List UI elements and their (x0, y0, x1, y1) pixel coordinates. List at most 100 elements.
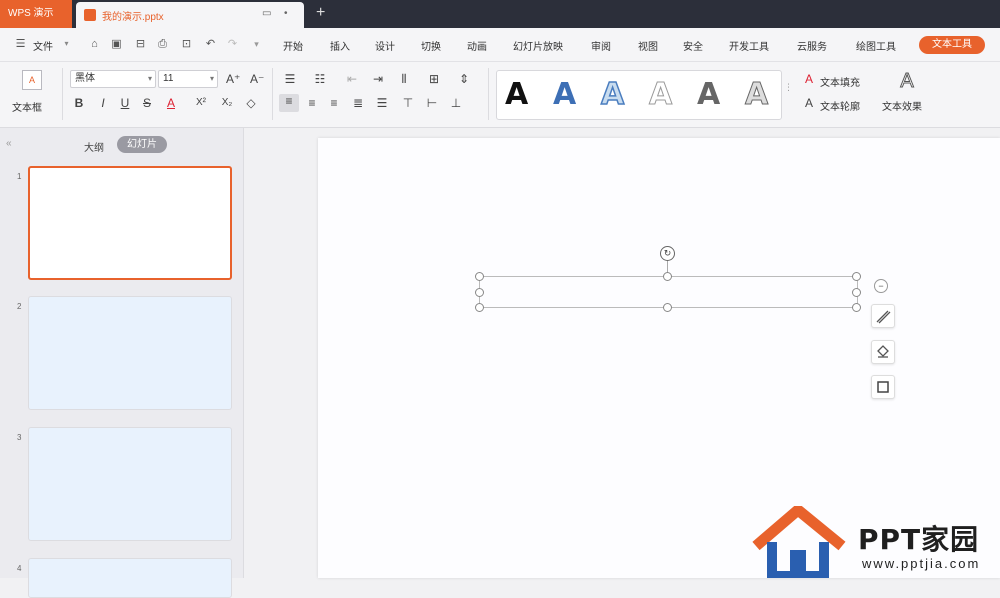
style-gray[interactable]: A (697, 77, 720, 113)
resize-handle-top[interactable] (663, 272, 672, 281)
text-style-gallery[interactable]: A A A A A A (496, 70, 782, 120)
tab-slides[interactable]: 幻灯片 (117, 136, 167, 153)
separator (62, 68, 63, 120)
tab-security[interactable]: 安全 (683, 38, 703, 53)
hamburger-icon[interactable]: ☰ (14, 38, 27, 50)
underline-button[interactable]: U (118, 96, 132, 110)
clear-format-button[interactable]: ◇ (244, 96, 258, 110)
style-blue[interactable]: A (553, 77, 576, 113)
bold-button[interactable]: B (72, 96, 86, 110)
tab-drawing-tools[interactable]: 绘图工具 (856, 38, 896, 53)
text-fill-label[interactable]: 文本填充 (820, 74, 860, 89)
tab-dot-icon[interactable]: • (284, 8, 288, 19)
italic-button[interactable]: I (96, 96, 110, 110)
window-icon[interactable]: ▭ (262, 8, 271, 19)
tab-animation[interactable]: 动画 (467, 38, 487, 53)
slide-thumbnail-1[interactable] (28, 166, 232, 280)
tab-cloud[interactable]: 云服务 (797, 38, 827, 53)
strikethrough-button[interactable]: S (140, 96, 154, 110)
text-fill-icon[interactable]: A (802, 72, 816, 86)
export-icon[interactable]: ⊟ (134, 38, 147, 50)
resize-handle-top-right[interactable] (852, 272, 861, 281)
bullet-list-icon[interactable]: ☰ (282, 72, 298, 86)
distribute-icon[interactable]: ☰ (374, 96, 390, 110)
collapse-panel-icon[interactable]: « (6, 138, 12, 149)
align-right-icon[interactable]: ≡ (326, 96, 342, 110)
preview-icon[interactable]: ⊡ (180, 38, 193, 50)
title-bar: WPS 演示 我的演示.pptx ▭ • + (0, 0, 1000, 28)
numbered-list-icon[interactable]: ☷ (312, 72, 328, 86)
save-icon[interactable]: ▣ (110, 38, 123, 50)
gallery-more-icon[interactable]: ⋮ (784, 80, 793, 94)
tab-design[interactable]: 设计 (375, 38, 395, 53)
font-size-select[interactable]: 11 ▾ (158, 70, 218, 88)
resize-handle-bottom-left[interactable] (475, 303, 484, 312)
slide-canvas[interactable] (318, 138, 1000, 578)
style-gray-outline[interactable]: A (744, 77, 768, 113)
tab-review[interactable]: 审阅 (591, 38, 611, 53)
separator (272, 68, 273, 120)
align-middle-icon[interactable]: ⊢ (424, 96, 440, 110)
increase-indent-icon[interactable]: ⇥ (370, 72, 386, 86)
textbox-icon[interactable]: A (22, 70, 42, 90)
chevron-down-icon[interactable]: ▾ (60, 38, 73, 50)
pen-button[interactable] (871, 304, 895, 328)
line-spacing-icon[interactable]: ⇕ (456, 72, 472, 86)
resize-handle-left[interactable] (475, 288, 484, 297)
tab-insert[interactable]: 插入 (330, 38, 350, 53)
font-size-value: 11 (163, 73, 174, 84)
font-family-select[interactable]: 黑体 ▾ (70, 70, 156, 88)
resize-handle-bottom-right[interactable] (852, 303, 861, 312)
text-effect-label[interactable]: 文本效果 (882, 98, 922, 113)
text-outline-icon[interactable]: A (802, 96, 816, 110)
menu-file[interactable]: 文件 (33, 38, 53, 53)
resize-handle-bottom[interactable] (663, 303, 672, 312)
redo-icon[interactable]: ↷ (226, 38, 239, 50)
slide-thumbnail-3[interactable] (28, 427, 232, 541)
style-solid-black[interactable]: A (505, 77, 528, 113)
align-top-icon[interactable]: ⊤ (400, 96, 416, 110)
resize-handle-right[interactable] (852, 288, 861, 297)
slide-thumbnail-2[interactable] (28, 296, 232, 410)
square-outline-icon (877, 381, 889, 393)
justify-icon[interactable]: ≣ (350, 96, 366, 110)
outline-button[interactable] (871, 375, 895, 399)
tab-home[interactable]: 开始 (283, 38, 303, 53)
tab-view[interactable]: 视图 (638, 38, 658, 53)
tab-outline[interactable]: 大纲 (84, 139, 104, 154)
app-tab[interactable]: WPS 演示 (0, 0, 72, 28)
customize-icon[interactable]: ▾ (250, 38, 263, 50)
undo-icon[interactable]: ↶ (204, 38, 217, 50)
align-bottom-icon[interactable]: ⊥ (448, 96, 464, 110)
tab-transitions[interactable]: 切换 (421, 38, 441, 53)
fill-button[interactable] (871, 340, 895, 364)
align-left-icon[interactable]: ≡ (279, 94, 299, 112)
style-white-outline[interactable]: A (648, 77, 672, 113)
slide-thumbnail-4[interactable] (28, 558, 232, 598)
subscript-button[interactable]: X₂ (218, 96, 236, 110)
tab-slideshow[interactable]: 幻灯片放映 (513, 38, 563, 53)
tab-developer[interactable]: 开发工具 (729, 38, 769, 53)
text-outline-label[interactable]: 文本轮廓 (820, 98, 860, 113)
align-center-icon[interactable]: ≡ (304, 96, 320, 110)
style-blue-outline[interactable]: A (600, 76, 625, 113)
document-tab[interactable]: 我的演示.pptx ▭ • (76, 2, 304, 28)
font-color-button[interactable]: A (164, 96, 178, 110)
open-icon[interactable]: ⌂ (88, 38, 101, 50)
chevron-down-icon: ▾ (209, 74, 214, 83)
collapse-toolbar-icon[interactable]: − (874, 279, 888, 293)
resize-handle-top-left[interactable] (475, 272, 484, 281)
rotate-handle-icon[interactable]: ↻ (660, 246, 675, 261)
text-direction-icon[interactable]: ⊞ (426, 72, 442, 86)
textbox-label[interactable]: 文本框 (12, 99, 42, 114)
columns-icon[interactable]: ⫴ (396, 72, 412, 86)
shrink-font-icon[interactable]: A⁻ (250, 72, 264, 86)
panel-tabs: « 大纲 幻灯片 (0, 128, 244, 160)
print-icon[interactable]: ⎙ (156, 38, 169, 50)
grow-font-icon[interactable]: A⁺ (226, 72, 240, 86)
new-tab-button[interactable]: + (316, 4, 325, 22)
tab-text-tools[interactable]: 文本工具 (919, 36, 985, 54)
decrease-indent-icon[interactable]: ⇤ (344, 72, 360, 86)
text-effect-icon[interactable]: A (896, 70, 918, 93)
superscript-button[interactable]: X² (192, 96, 210, 110)
